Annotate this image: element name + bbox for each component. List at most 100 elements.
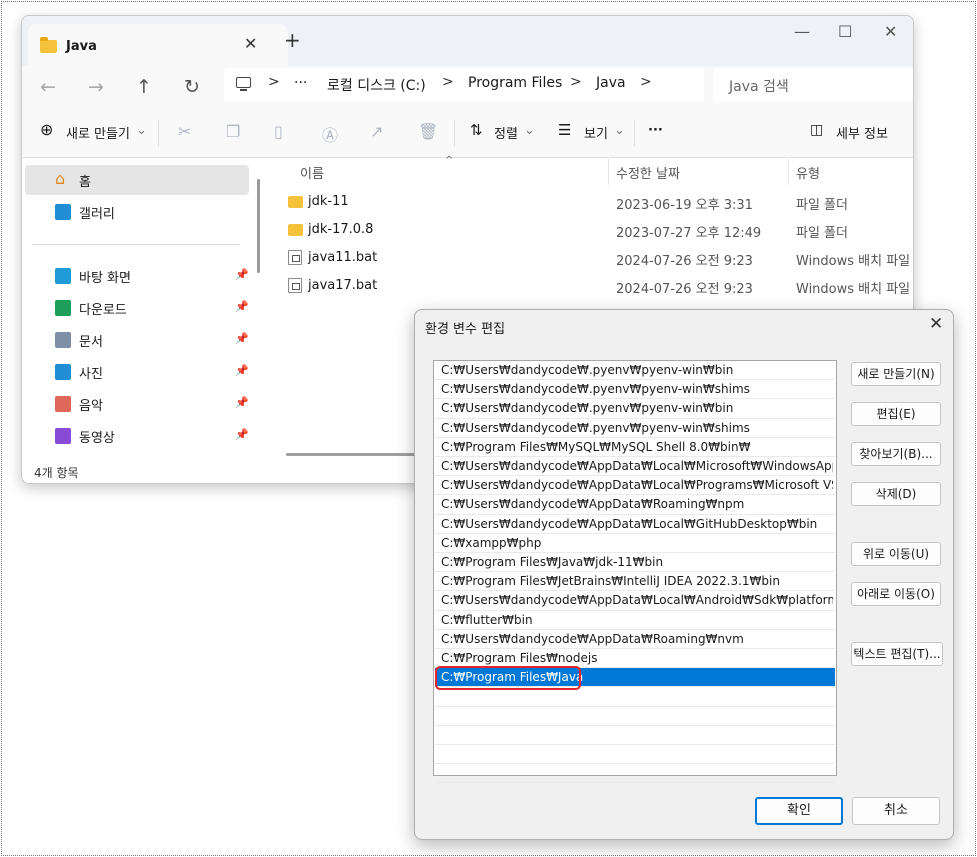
new-button[interactable]: 새로 만들기 bbox=[66, 123, 130, 142]
file-row[interactable]: jdk-17.0.8 2023-07-27 오후 12:49 파일 폴더 bbox=[268, 217, 913, 245]
file-name: java11.bat bbox=[308, 250, 378, 265]
breadcrumb-java[interactable]: Java bbox=[596, 75, 626, 91]
search-input[interactable]: Java 검색 bbox=[713, 68, 913, 102]
sidebar-item-desktop[interactable]: 바탕 화면 📌 bbox=[25, 261, 249, 291]
path-list-item[interactable]: C:₩Program Files₩Java₩jdk-11₩bin bbox=[435, 553, 835, 573]
address-box[interactable]: > ··· 로컬 디스크 (C:) > Program Files > Java… bbox=[224, 68, 704, 102]
path-list-item[interactable] bbox=[435, 745, 835, 765]
file-row[interactable]: java17.bat 2024-07-26 오전 9:23 Windows 배치 파… bbox=[268, 273, 913, 301]
sort-button[interactable]: 정렬 bbox=[494, 123, 518, 142]
chevron-down-icon[interactable]: ⌄ bbox=[524, 123, 535, 138]
path-list-item[interactable]: C:₩Program Files₩MySQL₩MySQL Shell 8.0₩b… bbox=[435, 438, 835, 457]
file-row[interactable]: java11.bat 2024-07-26 오전 9:23 Windows 배치 파… bbox=[268, 245, 913, 273]
sidebar-item-music[interactable]: 음악 📌 bbox=[25, 389, 249, 419]
refresh-icon[interactable]: ↻ bbox=[184, 76, 200, 98]
path-list-item[interactable] bbox=[435, 707, 835, 726]
folder-icon bbox=[40, 37, 57, 53]
pin-icon[interactable]: 📌 bbox=[235, 428, 249, 441]
path-list-item[interactable]: C:₩Users₩dandycode₩AppData₩Local₩Microso… bbox=[435, 457, 835, 477]
folder-icon bbox=[288, 196, 303, 208]
delete-icon[interactable]: 🗑 bbox=[418, 122, 438, 141]
sidebar-item-home[interactable]: ⌂ 홈 bbox=[25, 165, 249, 195]
path-list-item[interactable]: C:₩Users₩dandycode₩.pyenv₩pyenv-win₩bin bbox=[435, 361, 835, 381]
pin-icon[interactable]: 📌 bbox=[235, 396, 249, 409]
new-button[interactable]: 새로 만들기(N) bbox=[851, 362, 941, 386]
path-text: C:₩Users₩dandycode₩AppData₩Local₩Android… bbox=[441, 593, 833, 608]
cut-icon[interactable]: ✂ bbox=[178, 122, 191, 141]
column-divider[interactable] bbox=[608, 159, 609, 185]
video-icon bbox=[55, 428, 71, 444]
column-header-name[interactable]: 이름 bbox=[300, 163, 324, 182]
delete-button[interactable]: 삭제(D) bbox=[851, 482, 941, 506]
chevron-down-icon[interactable]: ⌄ bbox=[136, 123, 147, 138]
minimize-icon[interactable]: — bbox=[794, 22, 810, 41]
close-icon[interactable]: ✕ bbox=[884, 22, 897, 41]
breadcrumb-local-disk[interactable]: 로컬 디스크 (C:) bbox=[327, 75, 426, 95]
file-type: 파일 폴더 bbox=[796, 198, 848, 213]
tab-close-icon[interactable]: ✕ bbox=[244, 34, 257, 53]
column-header-type[interactable]: 유형 bbox=[796, 163, 820, 182]
sidebar-item-video[interactable]: 동영상 📌 bbox=[25, 421, 249, 451]
file-row[interactable]: jdk-11 2023-06-19 오후 3:31 파일 폴더 bbox=[268, 189, 913, 217]
sidebar-item-document[interactable]: 문서 📌 bbox=[25, 325, 249, 355]
breadcrumb-program-files[interactable]: Program Files bbox=[468, 75, 562, 91]
move-down-button[interactable]: 아래로 이동(O) bbox=[851, 582, 941, 606]
ok-button[interactable]: 확인 bbox=[755, 797, 843, 825]
view-button[interactable]: 보기 bbox=[584, 123, 608, 142]
path-list-item[interactable] bbox=[435, 764, 835, 784]
share-icon[interactable]: ↗ bbox=[370, 122, 383, 141]
sidebar-item-picture[interactable]: 사진 📌 bbox=[25, 357, 249, 387]
pin-icon[interactable]: 📌 bbox=[235, 268, 249, 281]
browse-button[interactable]: 찾아보기(B)... bbox=[851, 442, 941, 466]
sidebar-item-gallery[interactable]: 갤러리 bbox=[25, 197, 249, 227]
details-button[interactable]: 세부 정보 bbox=[836, 123, 888, 142]
path-list[interactable]: C:₩Users₩dandycode₩.pyenv₩pyenv-win₩bin C… bbox=[433, 360, 837, 784]
path-list-item[interactable]: C:₩Program Files₩JetBrains₩IntelliJ IDEA… bbox=[435, 572, 835, 592]
column-header-date[interactable]: 수정한 날짜 bbox=[616, 163, 680, 182]
pin-icon[interactable]: 📌 bbox=[235, 332, 249, 345]
file-name: jdk-17.0.8 bbox=[308, 222, 374, 237]
more-options-button[interactable]: ··· bbox=[648, 123, 663, 138]
chevron-right-icon: > bbox=[442, 74, 454, 90]
copy-icon[interactable]: ❐ bbox=[226, 122, 240, 141]
path-list-item[interactable] bbox=[435, 726, 835, 745]
edit-button[interactable]: 편집(E) bbox=[851, 402, 941, 426]
path-list-item[interactable]: C:₩Users₩dandycode₩AppData₩Roaming₩npm bbox=[435, 495, 835, 515]
tab-title: Java bbox=[66, 39, 97, 54]
cancel-button[interactable]: 취소 bbox=[852, 797, 940, 825]
forward-icon[interactable]: → bbox=[88, 76, 104, 98]
pin-icon[interactable]: 📌 bbox=[235, 364, 249, 377]
sidebar-scrollbar[interactable] bbox=[257, 179, 260, 273]
column-divider[interactable] bbox=[788, 159, 789, 185]
path-list-item[interactable]: C:₩Users₩dandycode₩.pyenv₩pyenv-win₩bin bbox=[435, 399, 835, 419]
path-list-item[interactable] bbox=[435, 687, 835, 707]
view-icon: ☰ bbox=[558, 121, 572, 139]
path-text: C:₩Users₩dandycode₩.pyenv₩pyenv-win₩bin bbox=[441, 401, 734, 416]
paste-icon[interactable]: ▯ bbox=[274, 122, 283, 141]
close-icon[interactable]: ✕ bbox=[929, 314, 943, 334]
path-text: C:₩flutter₩bin bbox=[441, 612, 533, 627]
path-list-item[interactable]: C:₩Users₩dandycode₩AppData₩Local₩Program… bbox=[435, 476, 835, 496]
up-icon[interactable]: ↑ bbox=[136, 76, 152, 98]
document-icon bbox=[55, 332, 71, 348]
sidebar-divider bbox=[32, 244, 240, 245]
path-list-item[interactable]: C:₩Users₩dandycode₩AppData₩Local₩Android… bbox=[435, 591, 835, 611]
new-tab-icon[interactable]: + bbox=[284, 28, 301, 52]
path-list-item[interactable]: C:₩flutter₩bin bbox=[435, 611, 835, 630]
path-list-item[interactable]: C:₩Users₩dandycode₩.pyenv₩pyenv-win₩shim… bbox=[435, 419, 835, 438]
path-list-item[interactable]: C:₩xampp₩php bbox=[435, 534, 835, 553]
path-list-item[interactable]: C:₩Users₩dandycode₩AppData₩Roaming₩nvm bbox=[435, 630, 835, 649]
edit-text-button[interactable]: 텍스트 편집(T)... bbox=[851, 642, 943, 666]
path-list-item[interactable]: C:₩Users₩dandycode₩AppData₩Local₩GitHubD… bbox=[435, 515, 835, 534]
path-text: C:₩Users₩dandycode₩.pyenv₩pyenv-win₩bin bbox=[441, 363, 734, 377]
chevron-down-icon[interactable]: ⌄ bbox=[614, 123, 625, 138]
move-up-button[interactable]: 위로 이동(U) bbox=[851, 542, 941, 566]
back-icon[interactable]: ← bbox=[40, 76, 56, 98]
rename-icon[interactable]: Ⓐ bbox=[322, 122, 338, 146]
pin-icon[interactable]: 📌 bbox=[235, 300, 249, 313]
breadcrumb-more[interactable]: ··· bbox=[294, 75, 307, 91]
path-list-item[interactable]: C:₩Users₩dandycode₩.pyenv₩pyenv-win₩shim… bbox=[435, 380, 835, 400]
tab-java[interactable]: Java ✕ bbox=[28, 24, 288, 66]
sidebar-item-download[interactable]: 다운로드 📌 bbox=[25, 293, 249, 323]
maximize-icon[interactable]: ☐ bbox=[838, 22, 852, 41]
